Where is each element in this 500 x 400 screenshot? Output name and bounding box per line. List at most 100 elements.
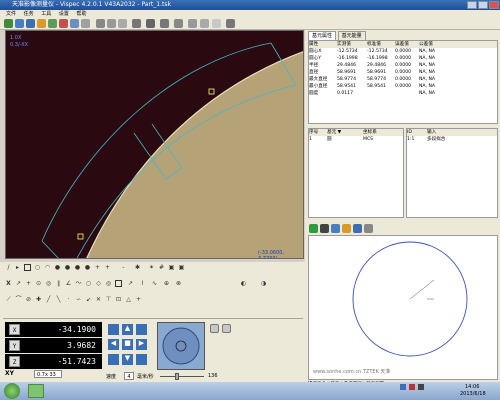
table-row[interactable]: 最小直径 58.9541 58.9541 0.0000 NA, NA	[309, 83, 497, 90]
edge-icon[interactable]: ⌇	[139, 280, 146, 287]
settings-icon[interactable]	[226, 19, 235, 28]
star-icon[interactable]: ✶	[148, 264, 155, 271]
light-slider-thumb[interactable]	[175, 373, 179, 380]
dot-icon[interactable]: ·	[65, 296, 72, 303]
arrow-icon[interactable]: ↙	[85, 296, 92, 303]
spc-icon[interactable]	[212, 19, 221, 28]
cross-icon[interactable]: ✕	[95, 296, 102, 303]
line-icon[interactable]: ╱	[45, 296, 52, 303]
plus-icon[interactable]: +	[25, 280, 32, 287]
curve-icon[interactable]: ∽	[75, 296, 82, 303]
jog-down-left-button[interactable]	[108, 354, 119, 365]
speed-input[interactable]: 4	[124, 372, 134, 380]
select-icon[interactable]	[115, 280, 122, 287]
angle-icon[interactable]: ∠	[65, 280, 72, 287]
point-icon[interactable]: ⊡	[115, 296, 122, 303]
menu-help[interactable]: 帮助	[76, 11, 86, 17]
pin-icon[interactable]: ⊤	[105, 296, 112, 303]
lamp-icon[interactable]: ◑	[260, 280, 267, 287]
clock-time[interactable]: 14:06	[465, 384, 479, 390]
line-icon[interactable]	[146, 19, 155, 28]
dot-tool-icon[interactable]: ●	[64, 264, 71, 271]
jog-down-button[interactable]: ▼	[122, 354, 133, 365]
measure-icon[interactable]	[132, 19, 141, 28]
zoom-select[interactable]: 0.7x 33	[34, 370, 62, 378]
plus-tool-icon[interactable]: +	[94, 264, 101, 271]
plus-icon[interactable]: +	[135, 296, 142, 303]
image-icon[interactable]: ▣	[168, 264, 175, 271]
table-row[interactable]: 最大直径 58.9774 58.9774 0.0000 NA, NA	[309, 76, 497, 83]
jog-right-button[interactable]: ▶	[136, 339, 147, 350]
circle-tool-icon[interactable]: ○	[34, 264, 41, 271]
plus-icon[interactable]	[160, 19, 169, 28]
clock-date[interactable]: 2013/6/18	[460, 391, 486, 397]
line-icon[interactable]: ╲	[55, 296, 62, 303]
maximize-button[interactable]	[478, 1, 488, 9]
table-row[interactable]: 圆心Y -16.1998 -16.1998 0.0000 NA, NA	[309, 55, 497, 62]
hand-icon[interactable]	[107, 19, 116, 28]
focus-icon[interactable]: ⊕	[163, 280, 170, 287]
tray-icon[interactable]	[400, 384, 406, 390]
hash-icon[interactable]: #	[158, 264, 165, 271]
graph-view[interactable]: www.sonhe.com.cn TZTEK 天准	[308, 235, 498, 380]
edit-icon[interactable]	[37, 19, 46, 28]
edge-icon[interactable]: ↗	[127, 280, 134, 287]
table-row[interactable]: 圆心X -12.5734 -12.5734 0.0000 NA, NA	[309, 48, 497, 55]
list-item[interactable]: 1 圆 MCS	[309, 136, 403, 143]
camera-viewport[interactable]: 1.0X 0.3/-XX (-33.0600, 3.7733)	[5, 30, 304, 259]
stop-icon[interactable]	[59, 19, 68, 28]
folder-icon[interactable]	[342, 224, 351, 233]
stage-preview[interactable]	[157, 322, 205, 370]
xy-icon[interactable]: X	[5, 280, 12, 287]
grid-icon[interactable]	[364, 224, 373, 233]
col-header[interactable]: 基元 ▼	[327, 129, 363, 136]
dot-tool-icon[interactable]: ●	[74, 264, 81, 271]
stop-icon[interactable]	[320, 224, 329, 233]
rect-tool-icon[interactable]	[24, 264, 31, 271]
camera-icon[interactable]	[210, 324, 219, 333]
save-icon[interactable]	[26, 19, 35, 28]
run-icon[interactable]	[48, 19, 57, 28]
light-slider[interactable]	[160, 376, 204, 377]
cursor-icon[interactable]	[96, 19, 105, 28]
line-icon[interactable]: ⟋	[5, 296, 12, 303]
circle-icon[interactable]: ⊙	[35, 280, 42, 287]
line-tool-icon[interactable]: /	[5, 264, 12, 271]
wave-icon[interactable]: 〜	[75, 280, 82, 287]
menu-file[interactable]: 文件	[6, 11, 16, 17]
tray-icon[interactable]	[409, 384, 415, 390]
arrow-icon[interactable]: ↗	[15, 280, 22, 287]
menu-settings[interactable]: 设置	[59, 11, 69, 17]
xy-mode-icon[interactable]: XY	[5, 370, 14, 377]
dot-tool-icon[interactable]: ●	[84, 264, 91, 271]
table-row[interactable]: 半径 29.4846 29.4846 0.0000 NA, NA	[309, 62, 497, 69]
arc-tool-icon[interactable]: ◠	[44, 264, 51, 271]
new-icon[interactable]	[4, 19, 13, 28]
jog-stop-button[interactable]: ■	[122, 339, 133, 350]
id-icon[interactable]	[174, 19, 183, 28]
link-icon[interactable]	[331, 224, 340, 233]
jog-up-left-button[interactable]	[108, 324, 119, 335]
report-icon[interactable]	[70, 19, 79, 28]
image-icon[interactable]: ▣	[178, 264, 185, 271]
circle-icon[interactable]: ○	[85, 280, 92, 287]
menu-task[interactable]: 任务	[24, 11, 34, 17]
table-row[interactable]: 圆度 0.0117 NA, NA	[309, 90, 497, 97]
menu-tools[interactable]: 工具	[41, 11, 51, 17]
frame-icon[interactable]	[188, 19, 197, 28]
close-button[interactable]	[489, 1, 499, 9]
play-icon[interactable]	[309, 224, 318, 233]
zoom-icon[interactable]	[118, 19, 127, 28]
lamp-icon[interactable]: ◐	[240, 280, 247, 287]
jog-down-right-button[interactable]	[136, 354, 147, 365]
print-icon[interactable]	[81, 19, 90, 28]
circle-icon[interactable]: ◎	[45, 280, 52, 287]
arrow-tool-icon[interactable]: ▸	[14, 264, 21, 271]
diamond-icon[interactable]: ◇	[95, 280, 102, 287]
list-item[interactable]: 1:1 多段拟合	[407, 136, 497, 143]
ring-icon[interactable]: ◎	[105, 280, 112, 287]
minimize-button[interactable]	[467, 1, 477, 9]
table-row[interactable]: 直径 58.9691 58.9691 0.0000 NA, NA	[309, 69, 497, 76]
save-icon[interactable]	[353, 224, 362, 233]
plus-tool-icon[interactable]: +	[104, 264, 111, 271]
